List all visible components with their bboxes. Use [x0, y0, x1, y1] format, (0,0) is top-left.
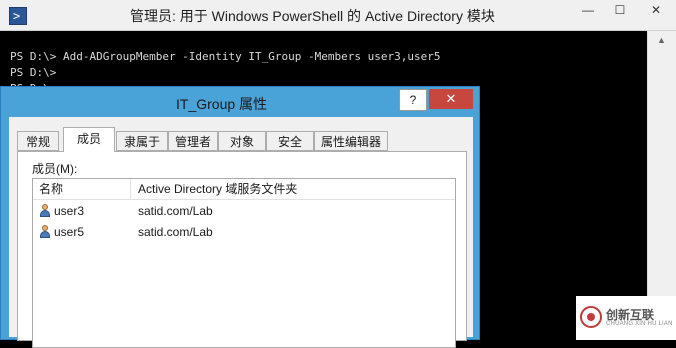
- tab-members[interactable]: 成员: [63, 127, 115, 152]
- properties-dialog: IT_Group 属性 ? ✕ 常规 成员 隶属于 管理者 对象 安全 属性编辑…: [0, 86, 480, 348]
- powershell-titlebar[interactable]: > 管理员: 用于 Windows PowerShell 的 Active Di…: [0, 0, 676, 31]
- column-header-folder[interactable]: Active Directory 域服务文件夹: [132, 179, 432, 199]
- tab-general[interactable]: 常规: [17, 131, 59, 151]
- dialog-body: 常规 成员 隶属于 管理者 对象 安全 属性编辑器 成员(M): 名称 Acti…: [9, 117, 473, 348]
- help-button[interactable]: ?: [399, 89, 427, 111]
- tab-managed-by[interactable]: 管理者: [168, 131, 218, 151]
- list-header: 名称 Active Directory 域服务文件夹: [33, 179, 455, 200]
- dialog-title: IT_Group 属性: [176, 96, 268, 112]
- maximize-button[interactable]: ☐: [604, 0, 636, 20]
- member-folder: satid.com/Lab: [138, 225, 213, 239]
- close-button[interactable]: ✕: [636, 0, 676, 20]
- member-folder: satid.com/Lab: [138, 204, 213, 218]
- tab-member-of[interactable]: 隶属于: [116, 131, 168, 151]
- members-list[interactable]: 名称 Active Directory 域服务文件夹 user3 satid.c…: [32, 178, 456, 348]
- dialog-close-button[interactable]: ✕: [429, 89, 473, 109]
- watermark-subtext: CHUANG XIN HU LIAN: [606, 321, 673, 327]
- console-line: PS D:\> Add-ADGroupMember -Identity IT_G…: [10, 50, 441, 63]
- member-name: user3: [54, 204, 85, 218]
- tab-security[interactable]: 安全: [266, 131, 314, 151]
- minimize-button[interactable]: —: [572, 0, 604, 20]
- tab-object[interactable]: 对象: [218, 131, 266, 151]
- dialog-titlebar[interactable]: IT_Group 属性 ? ✕: [1, 87, 479, 117]
- member-name: user5: [54, 225, 85, 239]
- user-icon: [39, 204, 51, 218]
- watermark-logo-icon: [580, 306, 602, 328]
- powershell-icon: >: [9, 7, 27, 25]
- column-header-name[interactable]: 名称: [33, 179, 131, 199]
- scroll-up-arrow-icon[interactable]: ▲: [657, 35, 666, 45]
- list-item[interactable]: user3 satid.com/Lab: [33, 201, 455, 221]
- watermark: 创新互联 CHUANG XIN HU LIAN: [576, 296, 676, 340]
- powershell-title: 管理员: 用于 Windows PowerShell 的 Active Dire…: [130, 8, 495, 24]
- list-item[interactable]: user5 satid.com/Lab: [33, 222, 455, 242]
- members-panel: 成员(M): 名称 Active Directory 域服务文件夹 user3 …: [17, 151, 467, 348]
- console-scrollbar[interactable]: ▲: [647, 31, 676, 340]
- members-label: 成员(M):: [32, 162, 78, 176]
- user-icon: [39, 225, 51, 239]
- tab-attribute-editor[interactable]: 属性编辑器: [314, 131, 388, 151]
- console-line: PS D:\>: [10, 66, 57, 79]
